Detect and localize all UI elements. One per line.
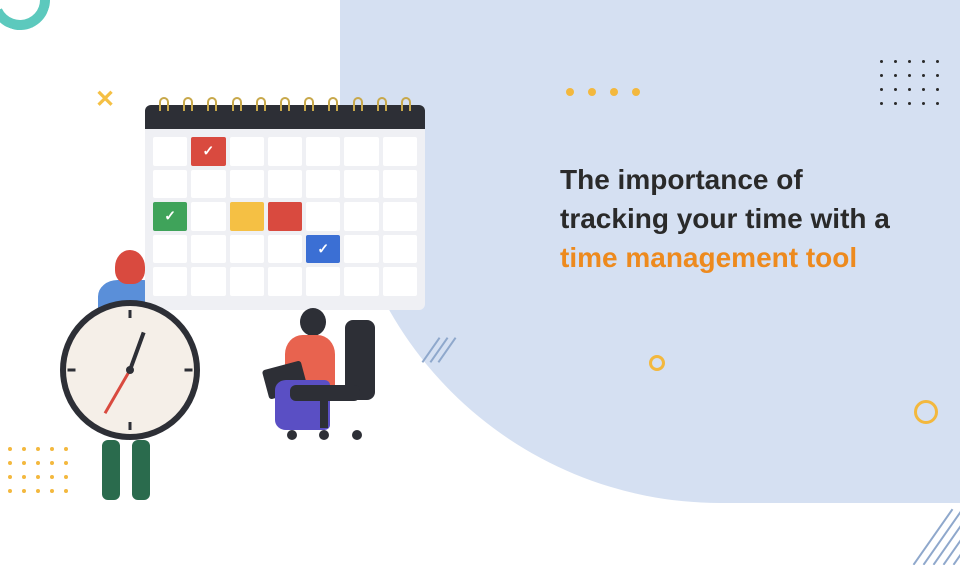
headline-line1: The importance of	[560, 164, 803, 195]
headline-highlight: time management tool	[560, 242, 857, 273]
calendar-illustration	[145, 105, 425, 310]
headline-line2: tracking your time with a	[560, 203, 890, 234]
ring-small-decoration	[649, 355, 665, 371]
ring-large-decoration	[914, 400, 938, 424]
dot-grid-bottom-decoration	[8, 447, 68, 493]
dot-grid-top-decoration	[880, 60, 940, 106]
yellow-dots-decoration	[566, 88, 640, 96]
person-with-laptop-illustration	[275, 320, 375, 440]
person-with-clock-illustration	[60, 300, 200, 440]
headline-text: The importance of tracking your time wit…	[560, 160, 920, 278]
hero-illustration	[60, 100, 460, 450]
clock-icon	[60, 300, 200, 440]
teal-arc-decoration	[0, 0, 58, 38]
